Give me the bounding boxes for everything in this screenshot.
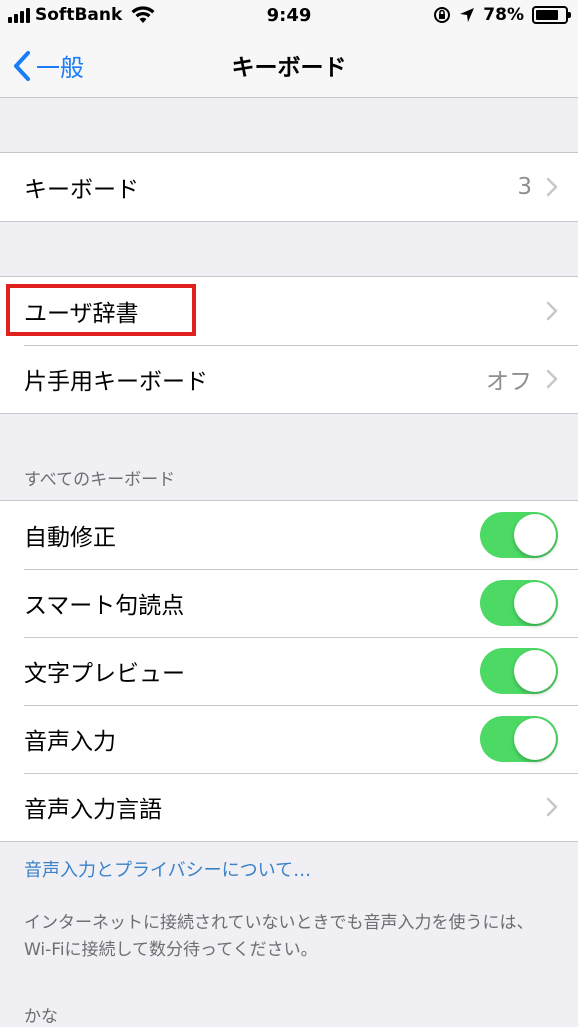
dictation-languages-label: 音声入力言語 xyxy=(24,797,162,823)
section-header-all-keyboards: すべてのキーボード xyxy=(24,470,176,490)
section-header-kana: かな xyxy=(24,1007,58,1027)
auto-correct-row: 自動修正 xyxy=(0,501,578,569)
auto-correct-toggle[interactable] xyxy=(480,512,558,558)
keyboards-row[interactable]: キーボード 3 xyxy=(0,153,578,221)
dictation-languages-row[interactable]: 音声入力言語 xyxy=(0,773,578,841)
character-preview-label: 文字プレビュー xyxy=(24,661,185,687)
user-dictionary-row[interactable]: ユーザ辞書 xyxy=(0,277,578,345)
orientation-lock-icon xyxy=(434,7,451,23)
battery-fill xyxy=(536,10,558,20)
dictionary-group: ユーザ辞書 片手用キーボード オフ xyxy=(0,276,578,414)
chevron-right-icon xyxy=(546,301,558,321)
highlight-box xyxy=(6,284,196,336)
status-bar: SoftBank 9:49 78% xyxy=(0,0,578,34)
page-title: キーボード xyxy=(231,55,347,81)
character-preview-row: 文字プレビュー xyxy=(0,637,578,705)
dictation-privacy-link[interactable]: 音声入力とプライバシーについて… xyxy=(0,842,578,882)
location-icon xyxy=(460,8,475,22)
navigation-bar: 一般 キーボード xyxy=(0,34,578,98)
toggle-knob xyxy=(514,514,556,556)
toggle-knob xyxy=(514,718,556,760)
dictation-note: インターネットに接続されていないときでも音声入力を使うには、Wi-Fiに接続して… xyxy=(24,913,534,960)
dictation-label: 音声入力 xyxy=(24,729,116,755)
toggle-knob xyxy=(514,650,556,692)
character-preview-toggle[interactable] xyxy=(480,648,558,694)
smart-punctuation-row: スマート句読点 xyxy=(0,569,578,637)
dictation-row: 音声入力 xyxy=(0,705,578,773)
auto-correct-label: 自動修正 xyxy=(24,525,116,551)
chevron-right-icon xyxy=(546,177,558,197)
chevron-right-icon xyxy=(546,369,558,389)
smart-punctuation-toggle[interactable] xyxy=(480,580,558,626)
toggle-knob xyxy=(514,582,556,624)
battery-icon xyxy=(532,6,571,24)
all-keyboards-group: 自動修正 スマート句読点 文字プレビュー 音声入力 音声入力言語 xyxy=(0,500,578,842)
one-handed-keyboard-label: 片手用キーボード xyxy=(24,369,208,395)
one-handed-keyboard-value: オフ xyxy=(486,369,532,395)
settings-content: キーボード 3 ユーザ辞書 片手用キーボード オフ すべてのキーボード 自動修正 xyxy=(0,98,578,1027)
status-right: 78% xyxy=(433,5,571,25)
battery-percent: 78% xyxy=(483,5,524,25)
smart-punctuation-label: スマート句読点 xyxy=(24,593,185,619)
keyboards-label: キーボード xyxy=(24,177,139,203)
keyboards-count: 3 xyxy=(517,174,532,200)
one-handed-keyboard-row[interactable]: 片手用キーボード オフ xyxy=(0,345,578,413)
chevron-right-icon xyxy=(546,797,558,817)
keyboards-group: キーボード 3 xyxy=(0,152,578,222)
dictation-toggle[interactable] xyxy=(480,716,558,762)
